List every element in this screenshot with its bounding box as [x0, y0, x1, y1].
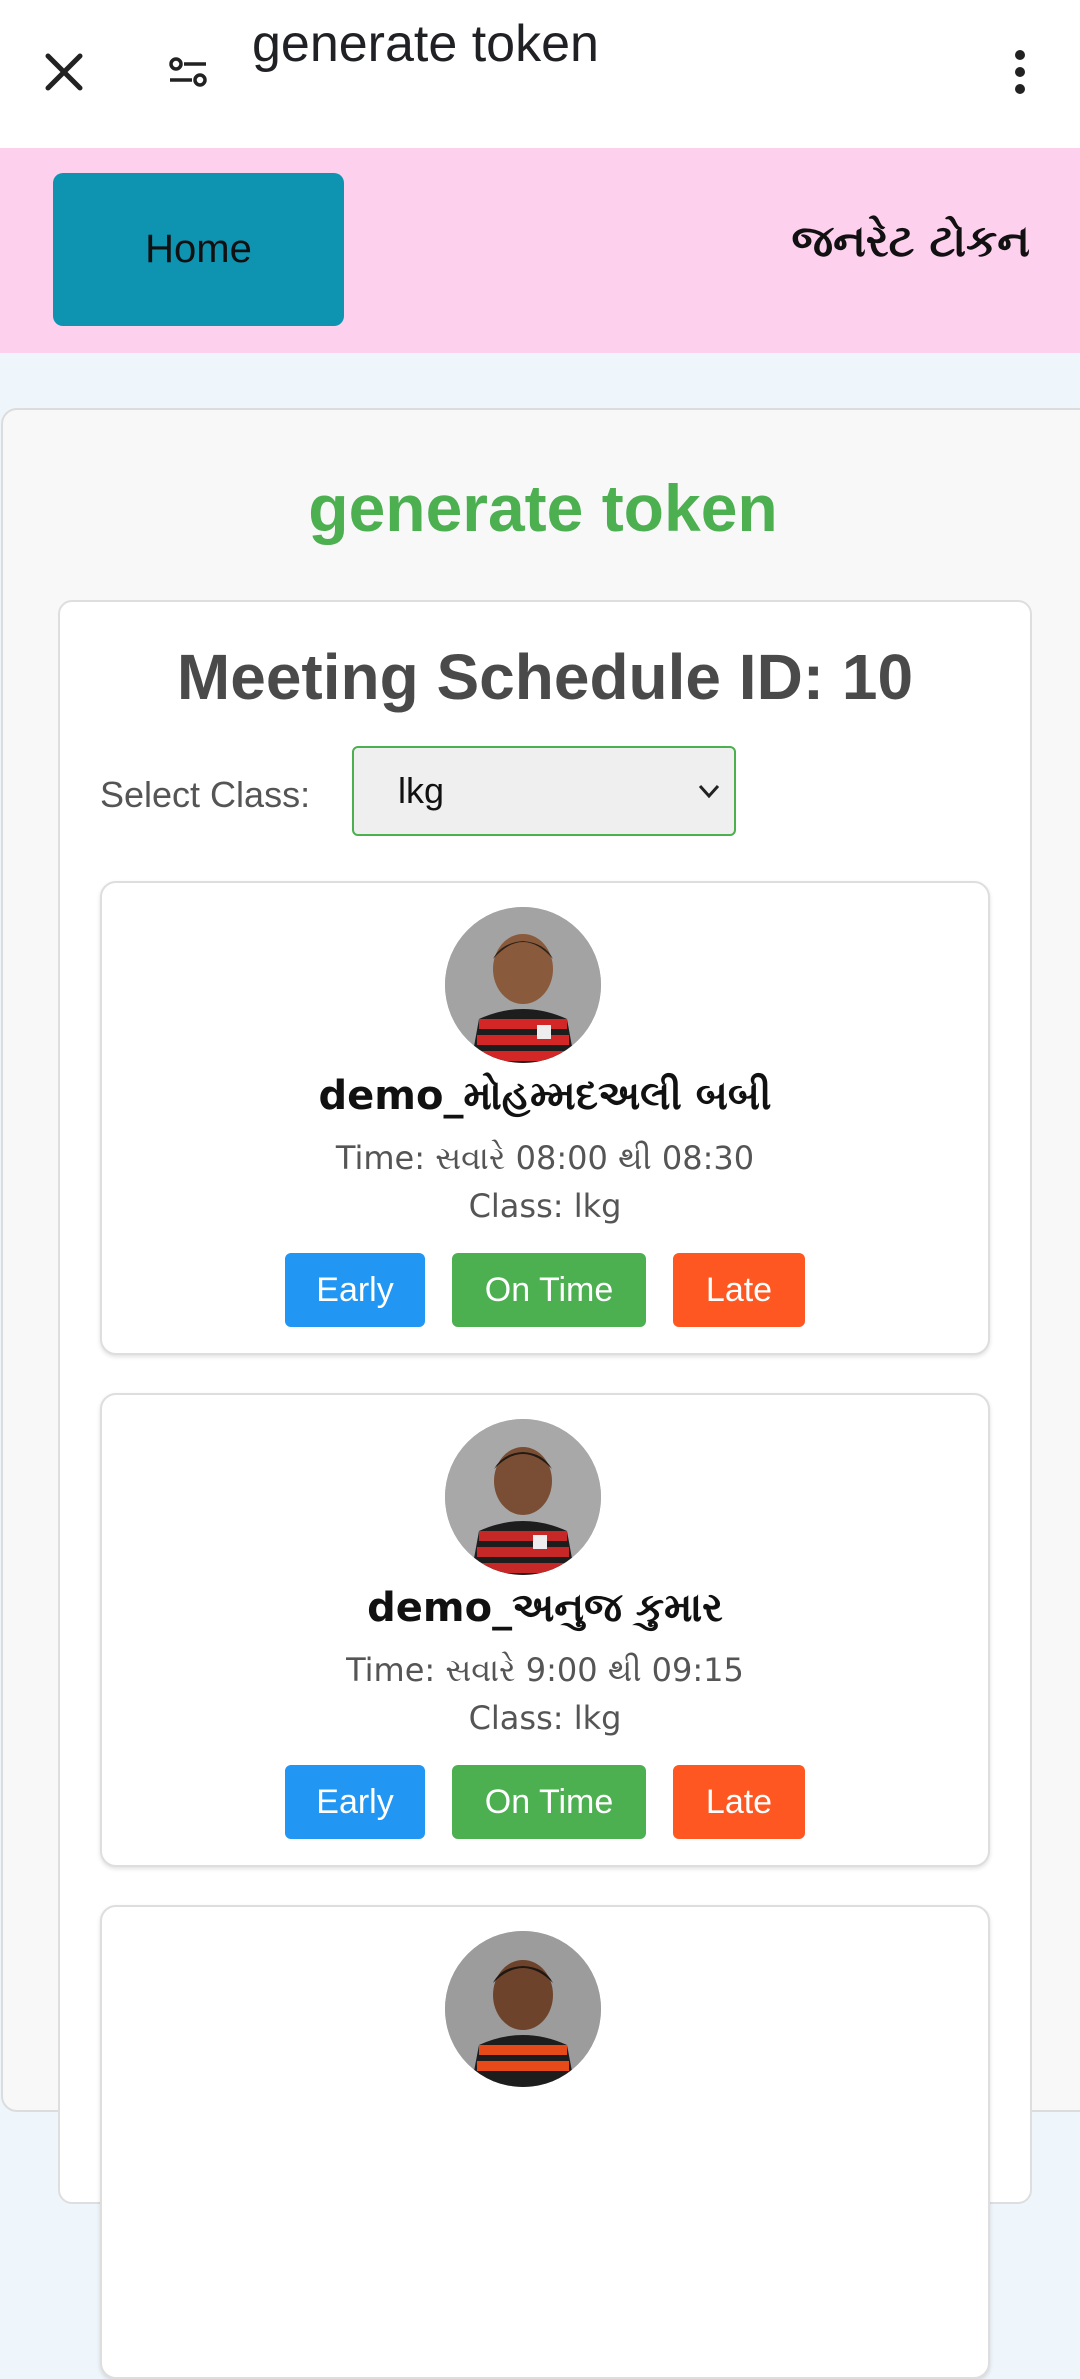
early-button[interactable]: Early [285, 1253, 425, 1327]
student-time: Time: સવારે 08:00 થી 08:30 [335, 1139, 755, 1177]
early-button[interactable]: Early [285, 1765, 425, 1839]
student-avatar [445, 907, 601, 1063]
late-button[interactable]: Late [673, 1765, 805, 1839]
student-time: Time: સવારે 9:00 થી 09:15 [346, 1651, 744, 1689]
status-buttons: Early On Time Late [102, 1765, 988, 1839]
home-button[interactable]: Home [53, 173, 344, 326]
on-time-button[interactable]: On Time [452, 1253, 646, 1327]
student-name: demo_મોહમ્મદઅલી બબી [318, 1073, 772, 1119]
select-class-label: Select Class: [100, 774, 311, 815]
student-class: Class: lkg [468, 1187, 622, 1225]
student-card: demo_મોહમ્મદઅલી બબી Time: સવારે 08:00 થી… [100, 881, 990, 1355]
page-header: Home જનરેટ ટોકન [0, 148, 1080, 353]
page-title: generate token [308, 471, 778, 545]
class-select-value: lkg [398, 770, 445, 811]
student-name: demo_અનુજ કુમાર [367, 1585, 723, 1631]
more-vert-icon[interactable] [990, 42, 1050, 102]
browser-title: generate token [252, 15, 599, 73]
on-time-button[interactable]: On Time [452, 1765, 646, 1839]
page-title-gujarati: જનરેટ ટોકન [791, 216, 1030, 267]
late-button[interactable]: Late [673, 1253, 805, 1327]
student-avatar [445, 1419, 601, 1575]
status-buttons: Early On Time Late [102, 1253, 988, 1327]
close-icon[interactable] [34, 42, 94, 102]
main-panel: generate token Meeting Schedule ID: 10 S… [1, 408, 1080, 2379]
schedule-title: Meeting Schedule ID: 10 [176, 641, 914, 713]
tune-icon[interactable] [158, 42, 218, 102]
student-avatar [445, 1931, 601, 2087]
chevron-down-icon [698, 784, 720, 799]
top-app-bar: generate token [0, 0, 1080, 148]
student-card: demo_અનુજ કુમાર Time: સવારે 9:00 થી 09:1… [100, 1393, 990, 1867]
class-select[interactable]: lkg [352, 746, 736, 836]
student-class: Class: lkg [468, 1699, 622, 1737]
schedule-card: Meeting Schedule ID: 10 Select Class: lk… [58, 600, 1032, 2379]
student-card [100, 1905, 990, 2379]
